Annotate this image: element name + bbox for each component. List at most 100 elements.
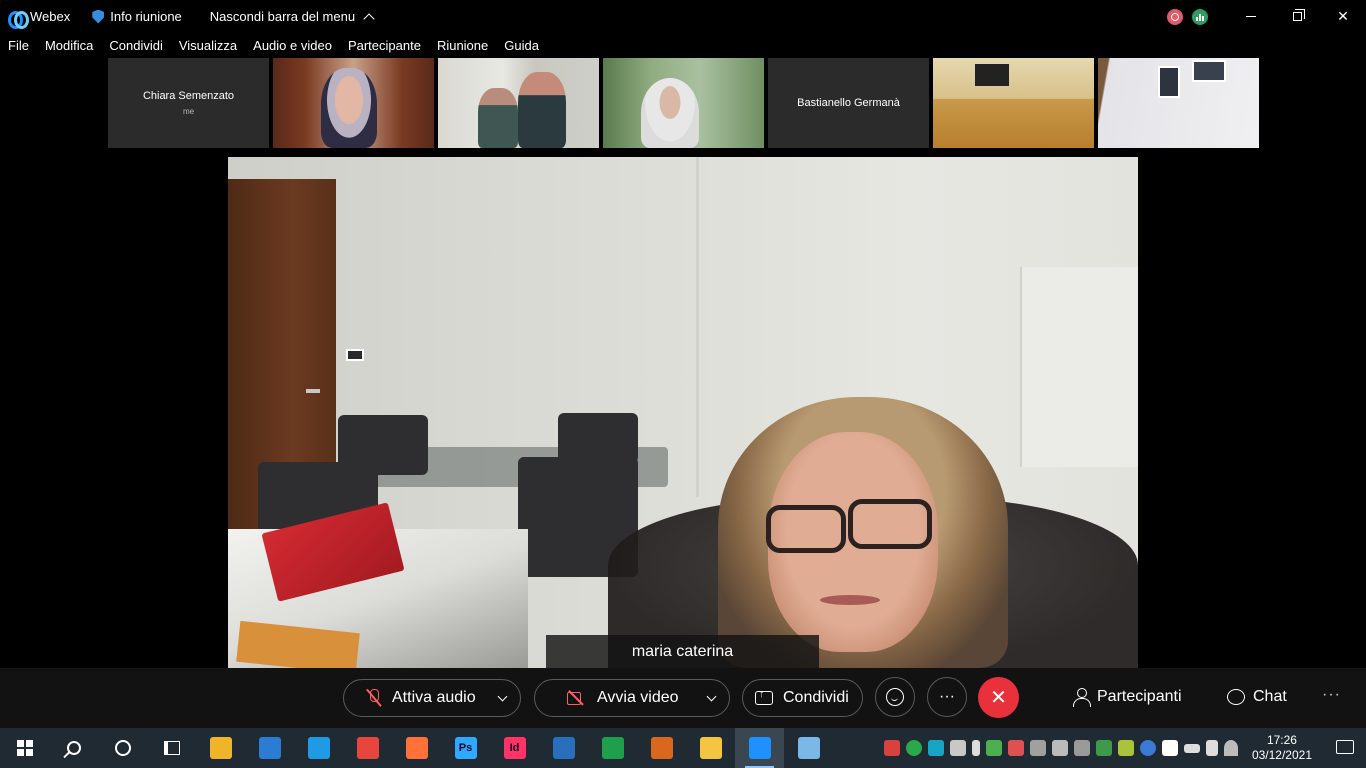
active-speaker-video[interactable]: maria caterina: [228, 157, 1138, 668]
participant-video: [1158, 66, 1180, 98]
webex-app[interactable]: [735, 728, 784, 768]
chrome-app[interactable]: [343, 728, 392, 768]
chat-button[interactable]: Chat: [1227, 688, 1287, 706]
chat-label: Chat: [1253, 688, 1287, 705]
participant-thumbnail[interactable]: Bastianello Germanà: [768, 58, 929, 148]
paint-app[interactable]: [784, 728, 833, 768]
webex-logo-icon: [8, 10, 29, 29]
participant-video-thumbnail[interactable]: [933, 58, 1094, 148]
mute-audio-button[interactable]: Attiva audio: [343, 679, 521, 717]
writer-app[interactable]: [539, 728, 588, 768]
task-view-icon: [163, 741, 180, 755]
participant-video-thumbnail[interactable]: [438, 58, 599, 148]
leave-meeting-button[interactable]: ✕: [978, 677, 1019, 718]
participant-self-label: me: [182, 107, 195, 116]
dropbox-icon[interactable]: [1161, 740, 1178, 756]
participant-thumbnails: Chiara Semenzato me Bastianello Germanà: [108, 58, 1259, 148]
minimize-button[interactable]: [1228, 0, 1274, 33]
menu-riunione[interactable]: Riunione: [429, 35, 496, 57]
restore-icon: [1292, 9, 1305, 21]
start-button[interactable]: [0, 728, 49, 768]
mic-icon[interactable]: [971, 740, 980, 756]
participants-label: Partecipanti: [1097, 688, 1182, 705]
explorer-icon: [699, 737, 722, 759]
tray-app-icon[interactable]: [883, 740, 900, 756]
menu-guida[interactable]: Guida: [496, 35, 547, 57]
restore-button[interactable]: [1274, 0, 1320, 33]
menu-bar: File Modifica Condividi Visualizza Audio…: [0, 35, 547, 57]
cortana-button[interactable]: [98, 728, 147, 768]
battery-icon[interactable]: [1183, 743, 1200, 753]
chat-icon: [1227, 689, 1245, 705]
participant-video-thumbnail[interactable]: [1098, 58, 1259, 148]
tray-app-icon[interactable]: [905, 740, 922, 756]
tray-app-icon[interactable]: [1095, 740, 1112, 756]
participant-video: [478, 88, 518, 148]
clock-date: 03/12/2021: [1251, 748, 1312, 762]
explorer-app[interactable]: [686, 728, 735, 768]
search-button[interactable]: [49, 728, 98, 768]
impress-app[interactable]: [637, 728, 686, 768]
speaker-glasses: [766, 505, 846, 553]
participant-video: [321, 68, 377, 148]
chevron-down-icon[interactable]: [706, 691, 717, 702]
windows-taskbar: Ps Id 17:26 03/12/2021: [0, 728, 1366, 768]
webex-window: Webex Info riunione Nascondi barra del m…: [0, 0, 1366, 728]
tray-app-icon[interactable]: [1117, 740, 1134, 756]
tray-app-icon[interactable]: [1029, 740, 1046, 756]
menu-file[interactable]: File: [0, 35, 37, 57]
firefox-app[interactable]: [392, 728, 441, 768]
participant-thumbnail[interactable]: Chiara Semenzato me: [108, 58, 269, 148]
menu-audio-video[interactable]: Audio e video: [245, 35, 340, 57]
network-stats-icon[interactable]: [1192, 8, 1208, 25]
meeting-control-bar: Attiva audio Avvia video Condividi ··· ✕…: [0, 668, 1366, 728]
tray-app-icon[interactable]: [949, 740, 966, 756]
hide-menu-button[interactable]: Nascondi barra del menu: [202, 0, 381, 33]
tray-app-icon[interactable]: [1139, 740, 1156, 756]
tray-app-icon[interactable]: [1073, 740, 1090, 756]
participant-video: [1192, 60, 1226, 82]
menu-visualizza[interactable]: Visualizza: [171, 35, 245, 57]
close-button[interactable]: ✕: [1320, 0, 1366, 33]
tray-app-icon[interactable]: [1051, 740, 1068, 756]
minimize-icon: [1246, 16, 1256, 17]
participant-video: [518, 72, 566, 148]
audio-label: Attiva audio: [392, 689, 476, 706]
tray-app-icon[interactable]: [1007, 740, 1024, 756]
notification-icon[interactable]: [1336, 740, 1354, 754]
speaker-mouth: [820, 595, 880, 605]
edge-app[interactable]: [294, 728, 343, 768]
wifi-icon[interactable]: [1223, 740, 1238, 756]
participants-button[interactable]: Partecipanti: [1073, 688, 1182, 707]
store-icon: [209, 737, 232, 759]
hide-menu-label: Nascondi barra del menu: [209, 9, 356, 24]
task-view-button[interactable]: [147, 728, 196, 768]
menu-condividi[interactable]: Condividi: [101, 35, 170, 57]
participant-video-thumbnail[interactable]: [603, 58, 764, 148]
tray-app-icon[interactable]: [985, 740, 1002, 756]
overflow-menu-icon[interactable]: ···: [1322, 686, 1341, 704]
start-video-button[interactable]: Avvia video: [534, 679, 730, 717]
writer-icon: [552, 737, 575, 759]
mail-icon: [258, 737, 281, 759]
meeting-info-button[interactable]: Info riunione: [84, 0, 190, 33]
reactions-button[interactable]: [875, 677, 915, 717]
photoshop-app[interactable]: Ps: [441, 728, 490, 768]
recording-icon[interactable]: [1167, 8, 1183, 25]
app-name: Webex: [30, 9, 71, 24]
store-app[interactable]: [196, 728, 245, 768]
clock[interactable]: 17:26 03/12/2021: [1252, 733, 1312, 763]
calc-app[interactable]: [588, 728, 637, 768]
participant-video-thumbnail[interactable]: [273, 58, 434, 148]
share-button[interactable]: Condividi: [742, 679, 863, 717]
volume-icon[interactable]: [1205, 740, 1218, 756]
menu-modifica[interactable]: Modifica: [37, 35, 101, 57]
indesign-app[interactable]: Id: [490, 728, 539, 768]
more-options-button[interactable]: ···: [927, 677, 967, 717]
participant-video: [641, 78, 699, 148]
mail-app[interactable]: [245, 728, 294, 768]
chevron-down-icon[interactable]: [497, 691, 508, 702]
menu-partecipante[interactable]: Partecipante: [340, 35, 429, 57]
tray-app-icon[interactable]: [927, 740, 944, 756]
app-title: Webex: [0, 0, 78, 33]
